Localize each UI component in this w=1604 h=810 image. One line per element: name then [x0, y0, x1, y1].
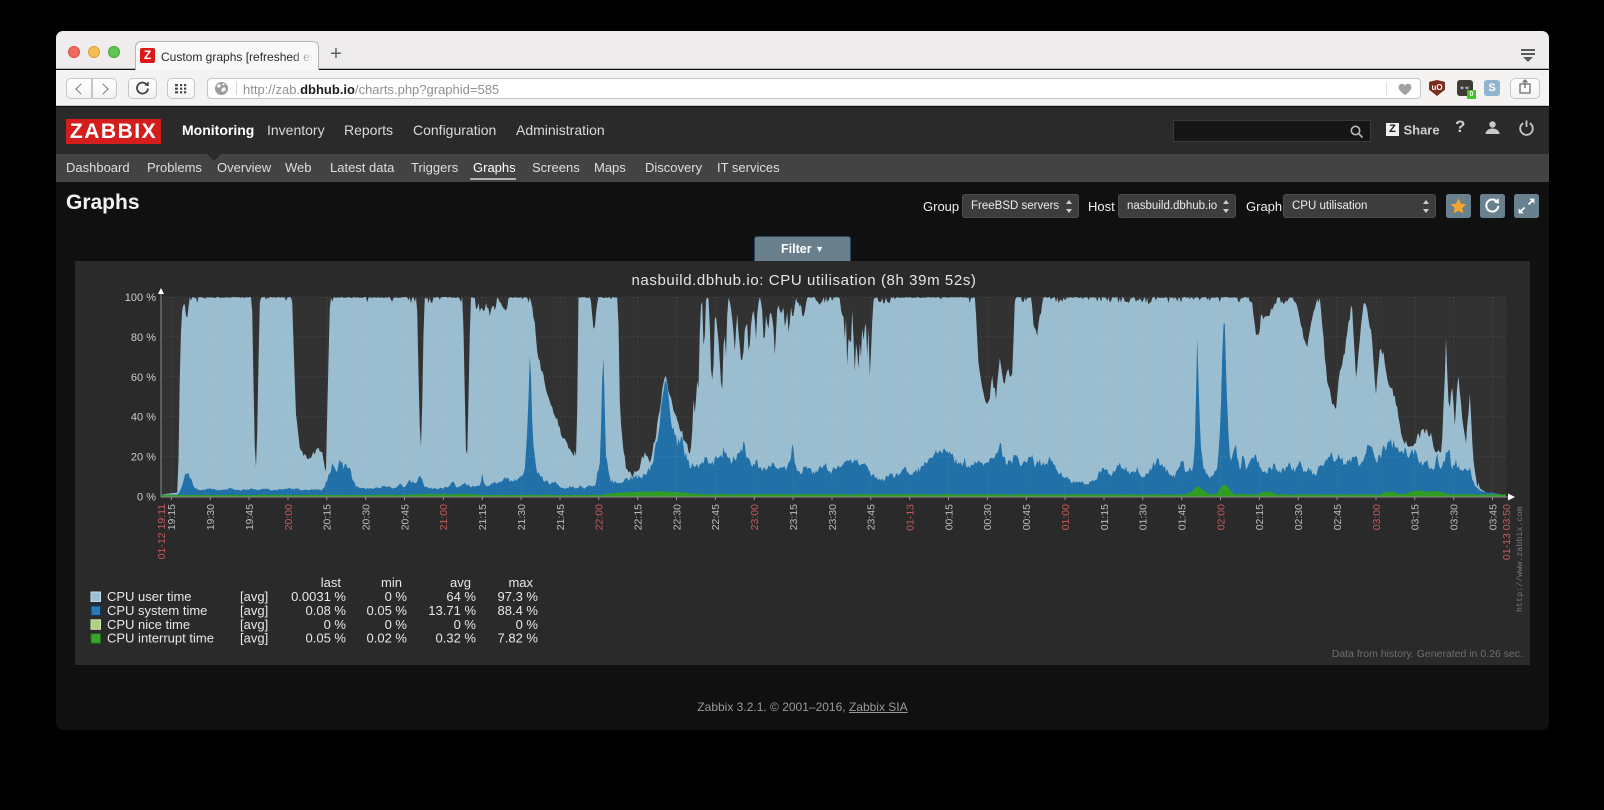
svg-text:7.82 %: 7.82 %	[498, 630, 539, 645]
svg-text:01:30: 01:30	[1138, 503, 1150, 529]
svg-text:21:45: 21:45	[555, 503, 567, 529]
svg-text:02:15: 02:15	[1254, 503, 1266, 529]
svg-text:97.3 %: 97.3 %	[498, 589, 539, 604]
svg-text:23:15: 23:15	[788, 503, 800, 529]
svg-text:[avg]: [avg]	[240, 589, 268, 604]
svg-text:02:45: 02:45	[1332, 503, 1344, 529]
svg-text:01:45: 01:45	[1177, 503, 1189, 529]
svg-text:01-12 19:11: 01-12 19:11	[156, 503, 168, 558]
svg-text:03:45: 03:45	[1487, 503, 1499, 529]
svg-text:21:30: 21:30	[516, 503, 528, 529]
svg-text:[avg]: [avg]	[240, 616, 268, 631]
svg-text:03:30: 03:30	[1449, 503, 1461, 529]
svg-text:22:15: 22:15	[633, 503, 645, 529]
svg-text:01-13 03:50: 01-13 03:50	[1501, 503, 1513, 559]
svg-text:0 %: 0 %	[385, 589, 408, 604]
svg-text:80 %: 80 %	[131, 331, 156, 343]
svg-text:23:30: 23:30	[827, 503, 839, 529]
svg-text:[avg]: [avg]	[240, 602, 268, 617]
svg-text:03:00: 03:00	[1371, 503, 1383, 529]
svg-text:21:15: 21:15	[477, 503, 489, 529]
svg-text:0.02 %: 0.02 %	[367, 630, 408, 645]
svg-text:0 %: 0 %	[454, 616, 477, 631]
svg-text:02:00: 02:00	[1215, 503, 1227, 529]
svg-text:20:15: 20:15	[322, 503, 334, 529]
svg-text:20:45: 20:45	[399, 503, 411, 529]
svg-text:0.05 %: 0.05 %	[306, 630, 347, 645]
svg-text:avg: avg	[450, 575, 471, 590]
svg-text:20:00: 20:00	[283, 503, 295, 529]
svg-text:60 %: 60 %	[131, 371, 156, 383]
svg-text:CPU nice time: CPU nice time	[107, 616, 190, 631]
svg-text:21:00: 21:00	[438, 503, 450, 529]
svg-text:01-13: 01-13	[905, 503, 917, 530]
svg-text:CPU system time: CPU system time	[107, 602, 207, 617]
svg-text:CPU interrupt time: CPU interrupt time	[107, 630, 214, 645]
svg-text:[avg]: [avg]	[240, 630, 268, 645]
svg-text:22:00: 22:00	[594, 503, 606, 529]
svg-text:19:15: 19:15	[166, 503, 178, 529]
svg-text:00:45: 00:45	[1021, 503, 1033, 529]
svg-text:00:15: 00:15	[943, 503, 955, 529]
svg-text:23:00: 23:00	[749, 503, 761, 529]
svg-text:01:15: 01:15	[1099, 503, 1111, 529]
svg-text:20 %: 20 %	[131, 451, 156, 463]
svg-text:23:45: 23:45	[866, 503, 878, 529]
svg-text:0 %: 0 %	[516, 616, 539, 631]
svg-text:Data from history. Generated i: Data from history. Generated in 0.26 sec…	[1332, 648, 1523, 660]
svg-text:last: last	[321, 575, 342, 590]
svg-text:02:30: 02:30	[1293, 503, 1305, 529]
svg-text:22:30: 22:30	[671, 503, 683, 529]
svg-text:01:00: 01:00	[1060, 503, 1072, 529]
svg-text:0 %: 0 %	[385, 616, 408, 631]
svg-text:0.32 %: 0.32 %	[436, 630, 477, 645]
svg-text:19:45: 19:45	[244, 503, 256, 529]
svg-text:00:30: 00:30	[982, 503, 994, 529]
svg-text:nasbuild.dbhub.io: CPU utilisa: nasbuild.dbhub.io: CPU utilisation (8h 3…	[631, 272, 976, 289]
svg-text:13.71 %: 13.71 %	[428, 602, 476, 617]
svg-text:0.08 %: 0.08 %	[306, 602, 347, 617]
svg-text:64 %: 64 %	[446, 589, 476, 604]
svg-text:20:30: 20:30	[361, 503, 373, 529]
svg-text:max: max	[508, 575, 533, 590]
svg-text:22:45: 22:45	[710, 503, 722, 529]
svg-text:88.4 %: 88.4 %	[498, 602, 539, 617]
svg-text:0.0031 %: 0.0031 %	[291, 589, 346, 604]
svg-text:0 %: 0 %	[324, 616, 347, 631]
svg-text:0.05 %: 0.05 %	[367, 602, 408, 617]
svg-text:CPU user time: CPU user time	[107, 589, 192, 604]
svg-text:min: min	[381, 575, 402, 590]
svg-text:http://www.zabbix.com: http://www.zabbix.com	[1515, 506, 1525, 612]
svg-text:03:15: 03:15	[1410, 503, 1422, 529]
svg-text:19:30: 19:30	[205, 503, 217, 529]
svg-text:100 %: 100 %	[125, 292, 156, 304]
svg-text:40 %: 40 %	[131, 411, 156, 423]
svg-text:0 %: 0 %	[137, 491, 156, 503]
